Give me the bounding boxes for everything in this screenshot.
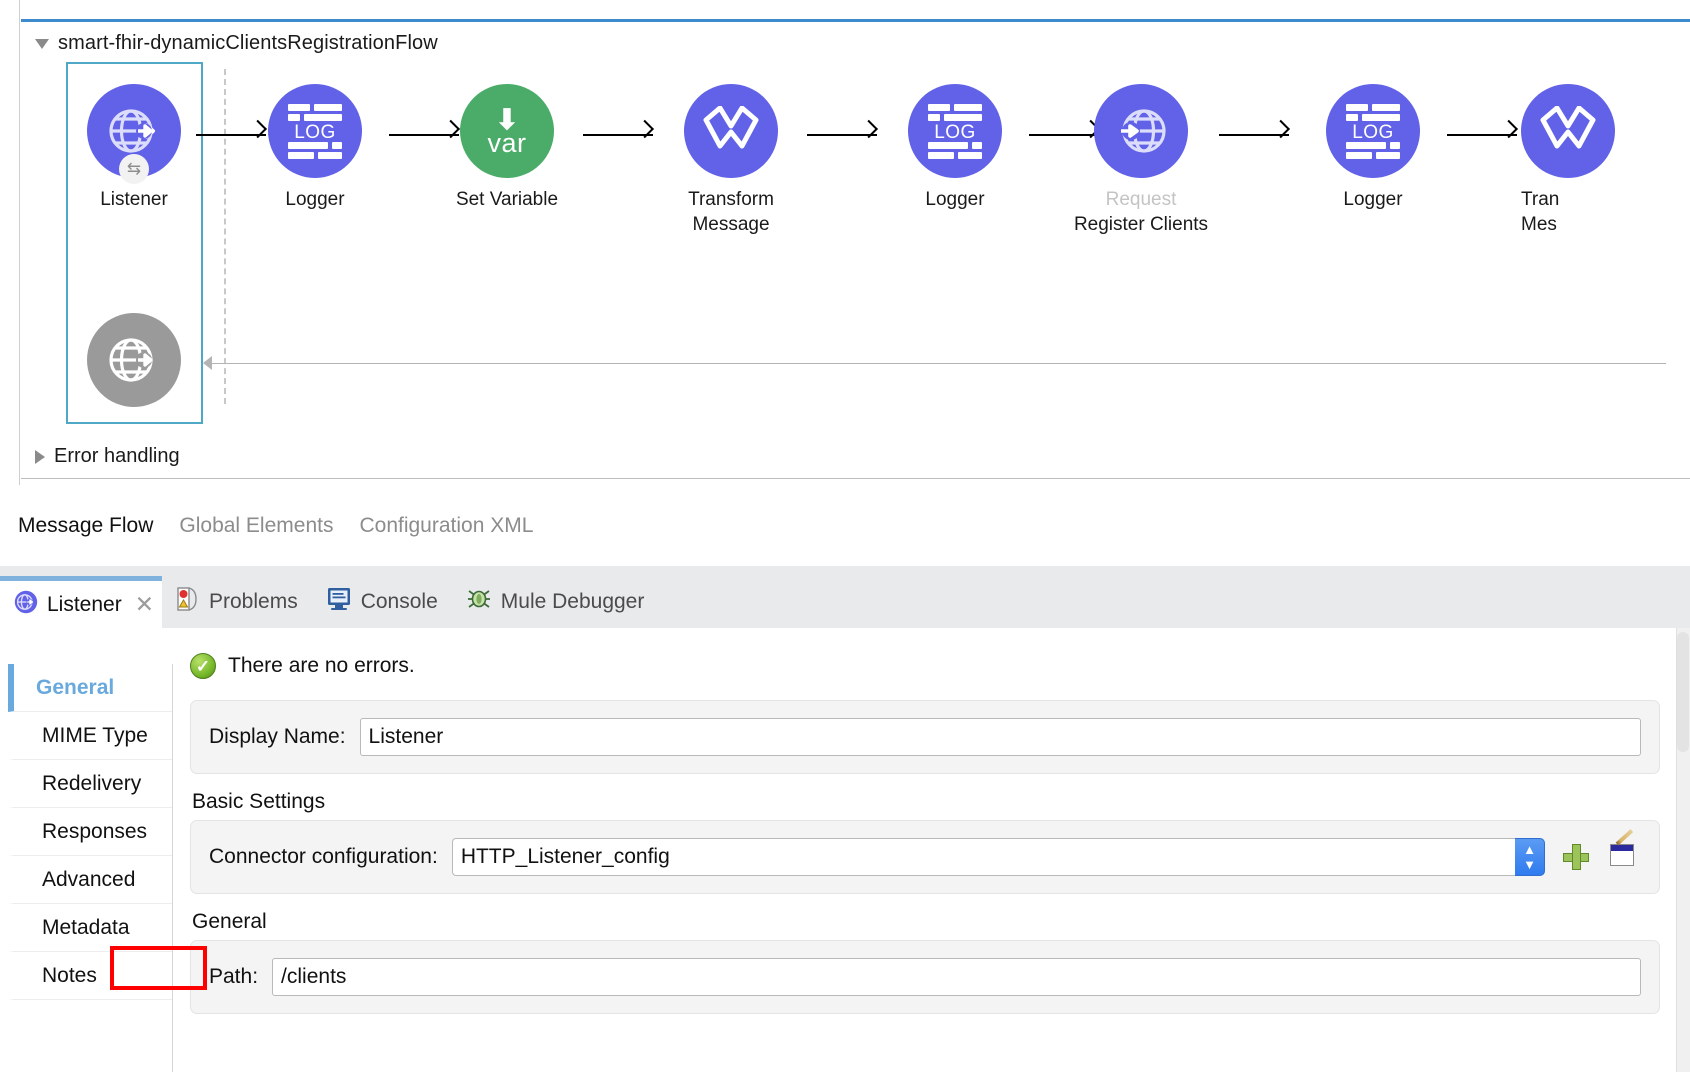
flow-arrow-7 (1447, 134, 1517, 136)
console-icon (326, 587, 352, 617)
panel-tab-label: Mule Debugger (500, 590, 645, 613)
edit-pencil-icon (1610, 829, 1638, 870)
nav-item-general[interactable]: General (8, 664, 172, 712)
path-input[interactable] (272, 958, 1641, 996)
panel-scrollbar[interactable] (1676, 628, 1690, 1072)
tab-problems[interactable]: Problems (162, 576, 312, 628)
transform-message-icon (684, 84, 778, 178)
http-request-icon (1094, 84, 1188, 178)
flow-node-logger-3[interactable]: LOG Logger (1299, 84, 1447, 212)
nav-item-mime-type[interactable]: MIME Type (8, 712, 172, 760)
triangle-down-icon[interactable] (35, 38, 49, 49)
panel-tab-label: Console (360, 590, 438, 613)
tab-listener-properties[interactable]: Listener ✕ (0, 576, 162, 628)
flow-editor-canvas[interactable]: smart-fhir-dynamicClientsRegistrationFlo… (0, 0, 1690, 556)
path-label: Path: (209, 965, 259, 988)
flow-node-label: Tran (1521, 189, 1560, 210)
flow-node-label: Logger (285, 189, 345, 210)
connector-configuration-label: Connector configuration: (209, 845, 438, 868)
panel-tab-bar[interactable]: Listener ✕ Problems Console Mule Debugge… (0, 566, 1690, 628)
properties-panel[interactable]: Listener ✕ Problems Console Mule Debugge… (0, 566, 1690, 1072)
globe-arrow-icon (87, 313, 181, 407)
nav-item-redelivery[interactable]: Redelivery (8, 760, 172, 808)
tab-console[interactable]: Console (312, 576, 452, 628)
status-message: There are no errors. (228, 654, 415, 677)
problems-icon (176, 586, 200, 618)
edit-configuration-button[interactable] (1607, 829, 1641, 874)
flow-container[interactable]: smart-fhir-dynamicClientsRegistrationFlo… (21, 19, 1690, 479)
success-check-icon: ✓ (190, 653, 216, 679)
properties-form: ✓ There are no errors. Display Name: Bas… (176, 628, 1676, 1072)
log-glyph-text: LOG (934, 122, 976, 143)
flow-node-logger-1[interactable]: LOG Logger (241, 84, 389, 212)
tab-configuration-xml[interactable]: Configuration XML (359, 514, 533, 538)
spinner-chevrons-icon[interactable]: ▲ ▼ (1515, 838, 1545, 876)
log-icon: LOG (1326, 84, 1420, 178)
canvas-left-gutter (0, 0, 20, 485)
flow-node-transform-message-2[interactable]: Tran Mes (1521, 84, 1669, 237)
response-flow-line (206, 363, 1666, 364)
flow-arrow-3 (583, 134, 653, 136)
error-handling-label: Error handling (54, 445, 180, 467)
sync-badge-icon: ⇆ (119, 154, 149, 184)
add-configuration-button[interactable] (1559, 840, 1593, 874)
display-name-input[interactable] (359, 718, 1641, 756)
panel-scrollbar-thumb[interactable] (1677, 632, 1689, 752)
flow-node-sublabel: Mes (1521, 214, 1557, 235)
panel-body: General MIME Type Redelivery Responses A… (0, 628, 1690, 1072)
flow-node-label: Logger (1343, 189, 1403, 210)
flow-node-sublabel: Message (692, 214, 770, 235)
flow-node-set-variable[interactable]: ⬇ var Set Variable (433, 84, 581, 212)
log-icon: LOG (268, 84, 362, 178)
panel-tab-label: Listener (47, 592, 122, 616)
flow-arrow-4 (807, 134, 877, 136)
flow-node-listener[interactable]: ⇆ Listener (60, 84, 208, 212)
display-name-group: Display Name: (190, 700, 1660, 774)
transform-message-icon (1521, 84, 1615, 178)
flow-node-http-request[interactable]: Request Register Clients (1067, 84, 1215, 237)
set-variable-icon: ⬇ var (460, 84, 554, 178)
flow-node-sublabel: Register Clients (1073, 214, 1209, 235)
panel-tab-label: Problems (209, 590, 298, 613)
basic-settings-title: Basic Settings (192, 790, 326, 813)
flow-name-label: smart-fhir-dynamicClientsRegistrationFlo… (58, 32, 438, 54)
flow-node-label: Logger (925, 189, 985, 210)
source-divider-dashed-line (224, 69, 226, 404)
globe-arrow-icon (14, 590, 38, 620)
tab-global-elements[interactable]: Global Elements (179, 514, 333, 538)
log-icon: LOG (908, 84, 1002, 178)
tab-mule-debugger[interactable]: Mule Debugger (452, 576, 659, 628)
flow-node-logger-2[interactable]: LOG Logger (881, 84, 1029, 212)
triangle-right-icon[interactable] (35, 449, 45, 464)
flow-node-listener-response[interactable] (60, 313, 208, 407)
flow-arrow-6 (1219, 134, 1289, 136)
nav-item-responses[interactable]: Responses (8, 808, 172, 856)
log-glyph-text: LOG (1352, 122, 1394, 143)
nav-item-metadata[interactable]: Metadata (8, 904, 172, 952)
log-glyph-text: LOG (294, 122, 336, 143)
status-row: ✓ There are no errors. (190, 646, 1660, 686)
flow-node-label: Set Variable (455, 189, 559, 210)
editor-view-tabs[interactable]: Message Flow Global Elements Configurati… (0, 495, 1690, 556)
bug-icon (466, 586, 492, 618)
flow-node-transform-message-1[interactable]: Transform Message (657, 84, 805, 237)
nav-item-advanced[interactable]: Advanced (8, 856, 172, 904)
general-group: Path: (190, 940, 1660, 1014)
tab-message-flow[interactable]: Message Flow (18, 514, 153, 538)
connector-configuration-input[interactable] (451, 838, 1515, 876)
flow-node-label: Transform (688, 189, 774, 210)
flow-header[interactable]: smart-fhir-dynamicClientsRegistrationFlo… (35, 32, 438, 55)
green-plus-icon (1563, 844, 1589, 870)
nav-item-notes[interactable]: Notes (8, 952, 172, 1000)
properties-nav-list[interactable]: General MIME Type Redelivery Responses A… (8, 664, 173, 1072)
error-handling-section[interactable]: Error handling (35, 445, 180, 468)
var-glyph-text: var (487, 127, 527, 158)
flow-node-label: Request (1105, 189, 1177, 210)
close-icon[interactable]: ✕ (135, 591, 154, 618)
display-name-label: Display Name: (209, 725, 346, 748)
flow-node-label: Listener (100, 189, 168, 210)
basic-settings-group: Connector configuration: ▲▼ (190, 820, 1660, 894)
globe-arrow-icon: ⇆ (87, 84, 181, 184)
general-section-title: General (192, 910, 267, 933)
